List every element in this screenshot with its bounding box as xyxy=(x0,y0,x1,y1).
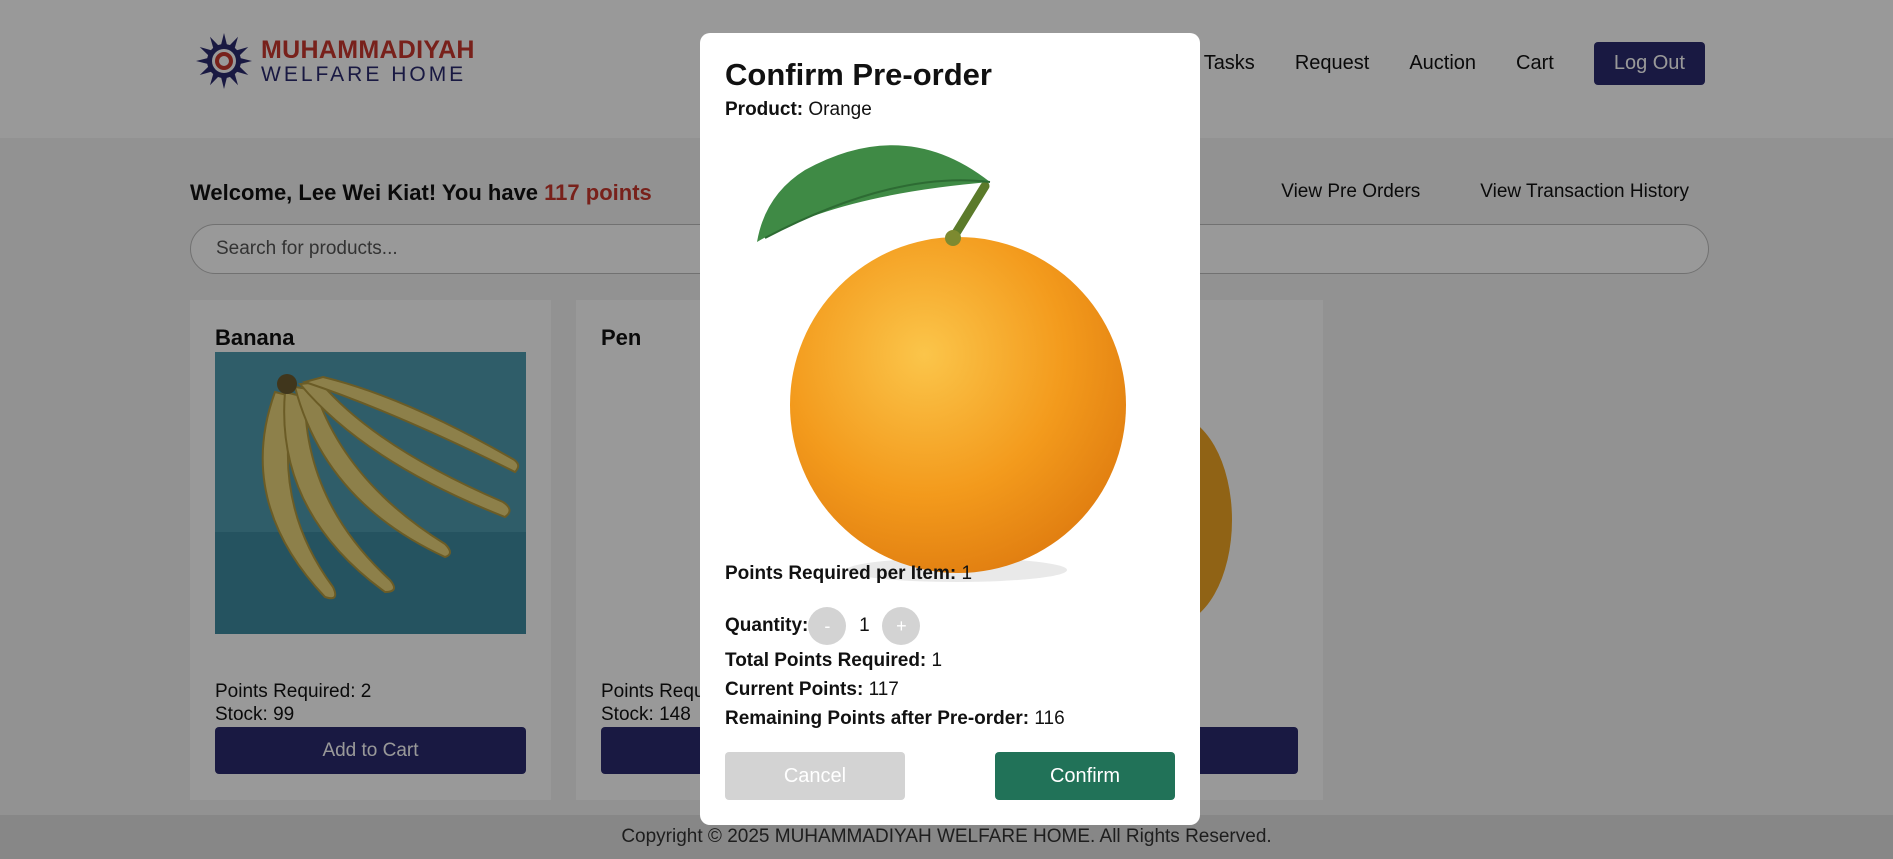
modal-title: Confirm Pre-order xyxy=(725,57,992,92)
quantity-decrease-button[interactable]: - xyxy=(808,607,847,645)
quantity-value: 1 xyxy=(859,615,870,636)
total-points-row: Total Points Required: 1 xyxy=(725,650,942,672)
total-points-label: Total Points Required: xyxy=(725,650,927,671)
orange-product-image xyxy=(757,145,1126,582)
remaining-points-row: Remaining Points after Pre-order: 116 xyxy=(725,708,1065,730)
product-label: Product: xyxy=(725,99,804,120)
remaining-points-value: 116 xyxy=(1034,708,1065,729)
total-points-value: 1 xyxy=(931,650,943,671)
current-points-label: Current Points: xyxy=(725,679,864,700)
quantity-label: Quantity: xyxy=(725,615,809,636)
current-points-row: Current Points: 117 xyxy=(725,679,899,701)
current-points-value: 117 xyxy=(868,679,899,700)
quantity-stepper: Quantity: - 1 + xyxy=(725,607,921,645)
quantity-increase-button[interactable]: + xyxy=(882,607,921,645)
remaining-points-label: Remaining Points after Pre-order: xyxy=(725,708,1030,729)
confirm-button[interactable]: Confirm xyxy=(995,752,1175,800)
confirm-preorder-modal: Confirm Pre-order Product: Orange Points… xyxy=(700,33,1200,825)
points-per-item-label: Points Required per Item: xyxy=(725,563,957,584)
points-per-item-row: Points Required per Item: 1 xyxy=(725,563,972,585)
cancel-button[interactable]: Cancel xyxy=(725,752,905,800)
product-value: Orange xyxy=(808,99,872,120)
product-row: Product: Orange xyxy=(725,99,872,121)
points-per-item-value: 1 xyxy=(961,563,973,584)
